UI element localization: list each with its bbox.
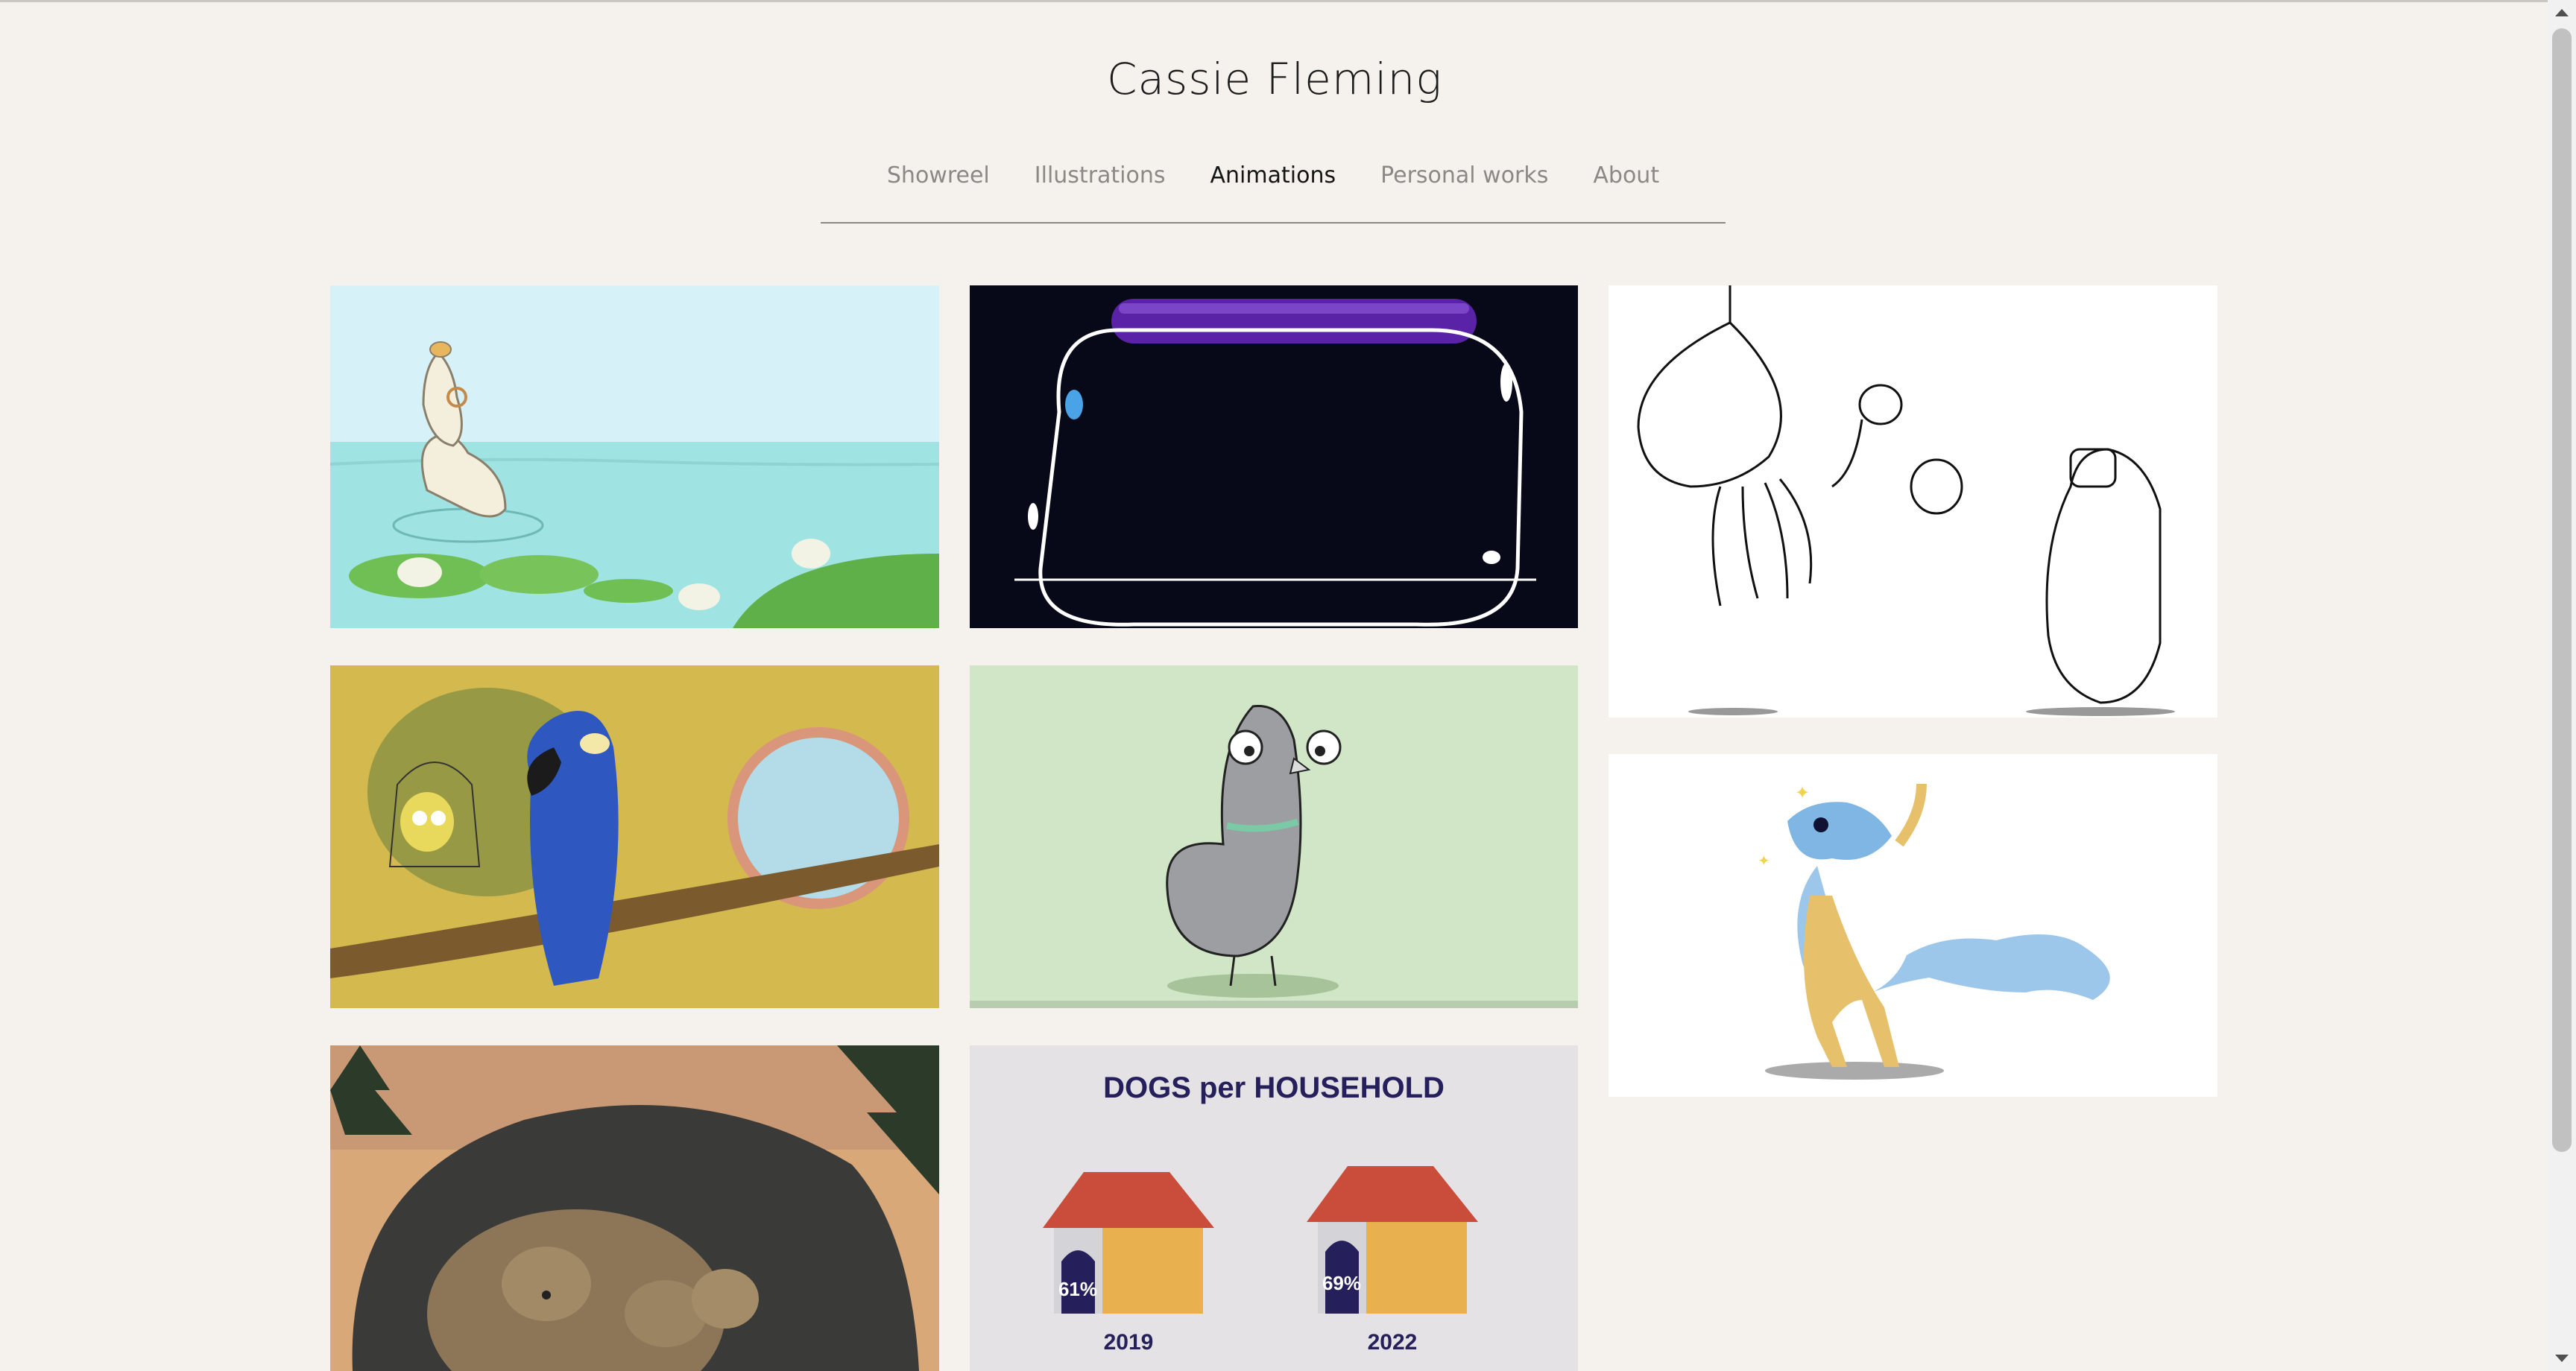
main-nav: Showreel Illustrations Animations Person…	[821, 156, 1726, 224]
scrollbar-thumb[interactable]	[2552, 28, 2572, 1152]
vertical-scrollbar[interactable]	[2548, 0, 2576, 1371]
nav-about[interactable]: About	[1570, 156, 1682, 195]
parrots-image	[330, 665, 939, 1008]
nav-showreel[interactable]: Showreel	[865, 156, 1012, 195]
bears-cave-thumbnail[interactable]	[330, 1045, 939, 1371]
pigeon-thumbnail[interactable]	[970, 665, 1578, 1008]
site-title[interactable]: Cassie Fleming	[0, 54, 2549, 104]
browser-top-border	[0, 0, 2576, 2]
dogs-infographic-thumbnail[interactable]: DOGS per HOUSEHOLD 61% 2019 69% 2022	[970, 1045, 1578, 1371]
duck-pond-thumbnail[interactable]	[330, 285, 939, 628]
scroll-up-icon[interactable]	[2555, 9, 2569, 16]
spider-walk-thumbnail[interactable]	[1609, 285, 2217, 718]
doghouse-image: DOGS per HOUSEHOLD 61% 2019 69% 2022	[970, 1045, 1578, 1371]
right-year: 2022	[1368, 1330, 1418, 1355]
parrot-thumbnail[interactable]	[330, 665, 939, 1008]
sketch-creatures-image	[1609, 285, 2217, 718]
nav-animations[interactable]: Animations	[1188, 156, 1359, 195]
infographic-title: DOGS per HOUSEHOLD	[1103, 1071, 1445, 1104]
scroll-down-icon[interactable]	[2555, 1355, 2569, 1362]
right-percent: 69%	[1322, 1272, 1361, 1294]
left-year: 2019	[1104, 1330, 1154, 1355]
pigeon-image	[970, 665, 1578, 1008]
nav-personal-works[interactable]: Personal works	[1358, 156, 1570, 195]
nav-illustrations[interactable]: Illustrations	[1012, 156, 1188, 195]
dragon-thumbnail[interactable]: ✦ ✦	[1609, 754, 2217, 1097]
left-percent: 61%	[1058, 1278, 1097, 1300]
duck-image	[330, 285, 939, 628]
jar-image	[970, 285, 1578, 628]
svg-text:✦: ✦	[1795, 783, 1810, 803]
svg-text:✦: ✦	[1758, 853, 1770, 870]
bears-image	[330, 1045, 939, 1371]
jar-thumbnail[interactable]	[970, 285, 1578, 628]
dragon-image: ✦ ✦	[1609, 754, 2217, 1097]
